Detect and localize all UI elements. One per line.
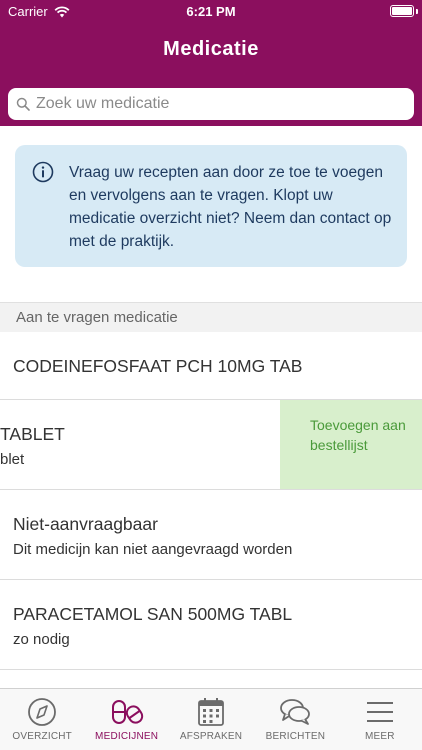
battery-icon — [390, 5, 414, 17]
tab-label: BERICHTEN — [265, 731, 326, 742]
tab-label: OVERZICHT — [12, 731, 72, 742]
info-text: Vraag uw recepten aan door ze toe te voe… — [69, 164, 392, 250]
add-to-order-list-button[interactable]: Toevoegen aan bestellijst — [280, 400, 422, 489]
tab-label: MEER — [364, 731, 395, 742]
tab-berichten[interactable]: BERICHTEN — [253, 689, 337, 750]
tab-bar: OVERZICHT MEDICIJNEN AFSPRAKEN BERICHTEN… — [0, 688, 422, 750]
calendar-icon — [198, 698, 224, 726]
medication-row[interactable]: Niet-aanvraagbaar Dit medicijn kan niet … — [0, 490, 422, 580]
search-bar[interactable] — [8, 88, 414, 120]
tab-afspraken[interactable]: AFSPRAKEN — [169, 689, 253, 750]
status-bar: Carrier 6:21 PM — [0, 0, 422, 24]
tab-overzicht[interactable]: OVERZICHT — [0, 689, 84, 750]
battery-tip — [416, 9, 418, 14]
search-input[interactable] — [36, 95, 396, 113]
section-header: Aan te vragen medicatie — [0, 302, 422, 332]
info-box: Vraag uw recepten aan door ze toe te voe… — [15, 145, 407, 267]
tab-meer[interactable]: MEER — [338, 689, 422, 750]
search-icon — [16, 97, 30, 111]
tab-label: MEDICIJNEN — [95, 731, 159, 742]
chat-icon — [280, 699, 311, 725]
medication-title: Niet-aanvraagbaar — [13, 514, 158, 534]
tab-medicijnen[interactable]: MEDICIJNEN — [84, 689, 168, 750]
medication-row[interactable]: TABLET blet Toevoegen aan bestellijst — [0, 400, 422, 490]
medication-title: CODEINEFOSFAAT PCH 10MG TAB — [13, 356, 303, 376]
status-time: 6:21 PM — [186, 4, 236, 19]
header: Carrier 6:21 PM Medicatie — [0, 0, 422, 126]
medication-subtitle: Dit medicijn kan niet aangevraagd worden — [13, 541, 293, 558]
pills-icon — [111, 700, 143, 724]
medication-row[interactable]: PARACETAMOL SAN 500MG TABL zo nodig — [0, 580, 422, 670]
compass-icon — [28, 698, 57, 726]
medication-subtitle: blet — [0, 451, 25, 468]
page-title: Medicatie — [163, 38, 259, 60]
medication-title: TABLET — [0, 424, 65, 444]
medication-row[interactable]: CODEINEFOSFAAT PCH 10MG TAB — [0, 332, 422, 400]
tab-label: AFSPRAKEN — [179, 731, 243, 742]
medication-title: PARACETAMOL SAN 500MG TABL — [13, 604, 293, 624]
menu-icon — [366, 702, 393, 722]
medication-subtitle: zo nodig — [13, 631, 70, 648]
info-icon — [32, 161, 54, 183]
